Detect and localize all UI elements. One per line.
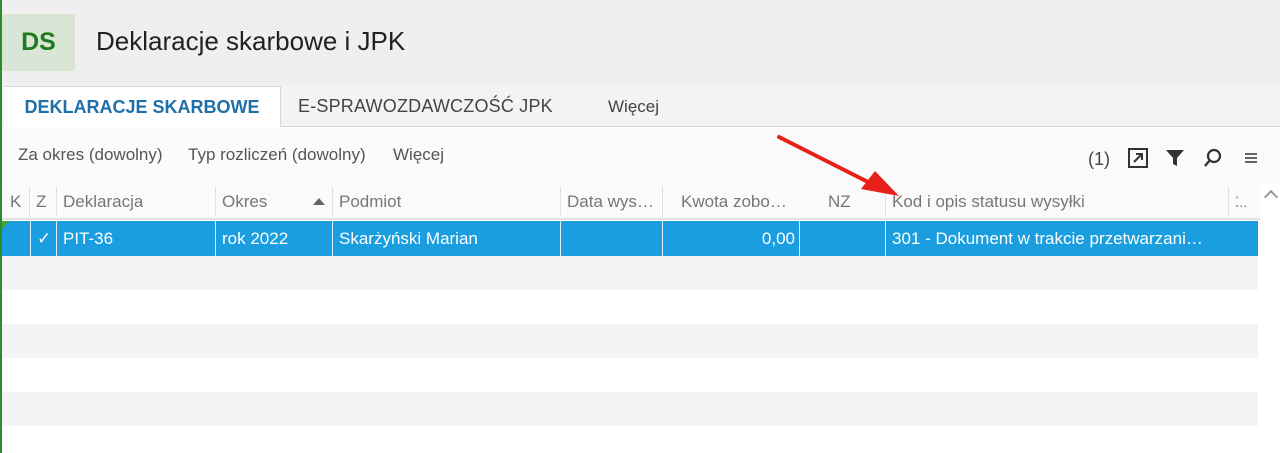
tab-more[interactable]: Więcej xyxy=(608,86,659,127)
empty-row xyxy=(2,256,1258,290)
column-separator[interactable] xyxy=(560,188,561,216)
tab-e-sprawozdawczosc-jpk[interactable]: E-SPRAWOZDAWCZOŚĆ JPK xyxy=(298,86,553,127)
column-header-nz[interactable]: NZ xyxy=(828,184,851,220)
more-filters[interactable]: Więcej xyxy=(393,145,444,165)
sort-ascending-icon xyxy=(313,198,325,205)
app-header: DS Deklaracje skarbowe i JPK xyxy=(2,0,1280,86)
column-header-z[interactable]: Z xyxy=(36,184,46,220)
cell-divider xyxy=(662,221,663,256)
filter-button[interactable] xyxy=(1163,146,1187,170)
scroll-up-icon[interactable] xyxy=(1263,189,1279,205)
column-separator[interactable] xyxy=(662,188,663,216)
period-filter[interactable]: Za okres (dowolny) xyxy=(18,145,163,165)
module-logo: DS xyxy=(2,14,75,71)
column-separator[interactable] xyxy=(885,188,886,216)
column-header-okres[interactable]: Okres xyxy=(222,184,267,220)
column-separator[interactable] xyxy=(332,188,333,216)
cell-status: 301 - Dokument w trakcie przetwarzani… xyxy=(892,229,1203,248)
app-window: DS Deklaracje skarbowe i JPK DEKLARACJE … xyxy=(0,0,1280,453)
cell-divider xyxy=(215,221,216,256)
filter-icon xyxy=(1166,150,1184,166)
empty-row xyxy=(2,324,1258,358)
table-row[interactable]: ✓ PIT-36 rok 2022 Skarżyński Marian 0,00… xyxy=(2,221,1258,256)
column-header-podmiot[interactable]: Podmiot xyxy=(339,184,401,220)
cell-podmiot: Skarżyński Marian xyxy=(339,229,478,248)
cell-divider xyxy=(56,221,57,256)
menu-button[interactable] xyxy=(1239,146,1263,170)
cell-okres: rok 2022 xyxy=(222,229,289,248)
cell-divider xyxy=(560,221,561,256)
settlement-type-filter[interactable]: Typ rozliczeń (dowolny) xyxy=(188,145,366,165)
cell-divider xyxy=(30,221,31,256)
tab-deklaracje-skarbowe[interactable]: DEKLARACJE SKARBOWE xyxy=(4,86,281,128)
menu-icon xyxy=(1245,153,1257,163)
cell-divider xyxy=(332,221,333,256)
declarations-grid: K Z Deklaracja Okres Podmiot Data wys… K… xyxy=(2,184,1280,453)
cell-divider xyxy=(885,221,886,256)
cell-z-checkmark: ✓ xyxy=(37,229,52,248)
empty-row xyxy=(2,392,1258,426)
column-separator[interactable] xyxy=(1228,188,1229,216)
export-button[interactable] xyxy=(1126,146,1150,170)
tab-bar: DEKLARACJE SKARBOWE E-SPRAWOZDAWCZOŚĆ JP… xyxy=(2,86,1280,128)
search-button[interactable] xyxy=(1201,146,1225,170)
cell-divider xyxy=(799,221,800,256)
column-header-k[interactable]: K xyxy=(10,184,21,220)
column-header-data-wysylki[interactable]: Data wys… xyxy=(567,184,657,220)
column-chooser-button[interactable]: ⁚.. xyxy=(1235,184,1247,220)
filter-bar: Za okres (dowolny) Typ rozliczeń (dowoln… xyxy=(2,128,1280,183)
column-header-deklaracja[interactable]: Deklaracja xyxy=(63,184,143,220)
page-title: Deklaracje skarbowe i JPK xyxy=(96,26,406,56)
column-separator[interactable] xyxy=(215,188,216,216)
grid-header: K Z Deklaracja Okres Podmiot Data wys… K… xyxy=(2,184,1260,220)
column-header-kwota-zobowiazania[interactable]: Kwota zobo… xyxy=(681,184,796,220)
column-header-status[interactable]: Kod i opis statusu wysyłki xyxy=(892,184,1085,220)
column-separator[interactable] xyxy=(29,188,30,216)
column-separator[interactable] xyxy=(56,188,57,216)
search-icon xyxy=(1204,148,1222,167)
record-count: (1) xyxy=(1088,149,1110,169)
export-icon xyxy=(1128,148,1148,168)
cell-deklaracja: PIT-36 xyxy=(63,229,114,248)
row-marker-icon xyxy=(2,221,10,229)
cell-kwota: 0,00 xyxy=(761,229,795,248)
